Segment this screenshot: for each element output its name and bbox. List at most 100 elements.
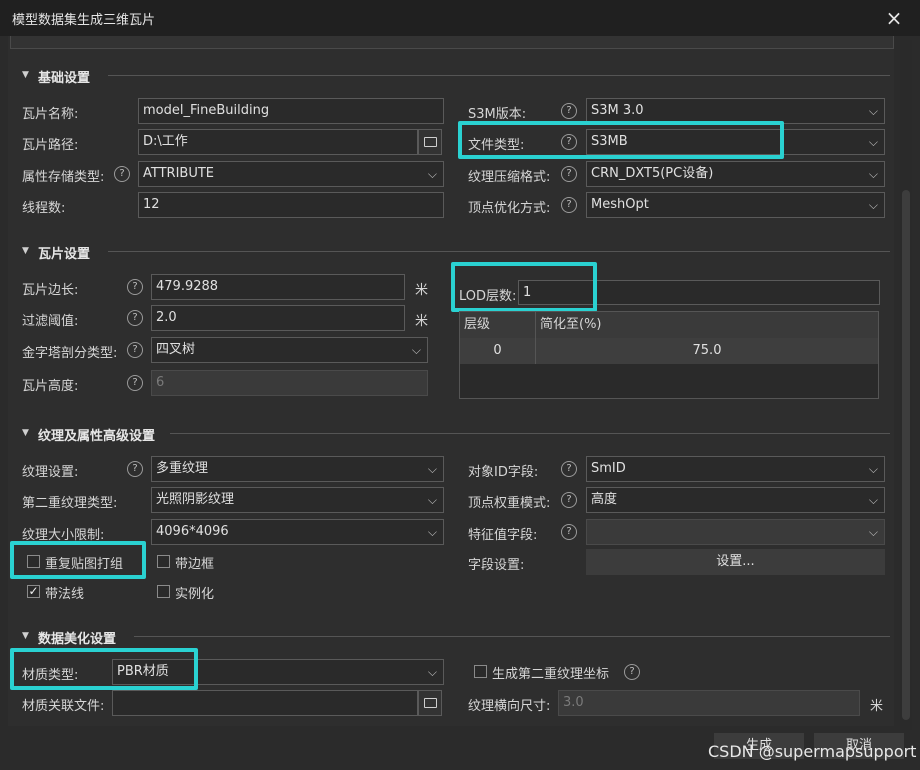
chevron-down-icon: ⌵ xyxy=(427,493,437,507)
filter-threshold-label: 过滤阈值: xyxy=(22,314,79,329)
help-icon[interactable]: ? xyxy=(624,664,640,680)
material-file-input[interactable] xyxy=(112,690,418,716)
browse-material-button[interactable] xyxy=(418,690,442,716)
pyramid-type-select[interactable]: 四叉树 ⌵ xyxy=(151,337,428,363)
browse-folder-button[interactable] xyxy=(418,129,442,155)
second-tex-label: 第二重纹理类型: xyxy=(22,496,118,511)
normal-checkbox[interactable]: ✓ xyxy=(27,585,40,598)
tile-height-input: 6 xyxy=(151,370,428,396)
collapse-beautify-icon[interactable]: ▼ xyxy=(22,631,29,641)
lod-table: 层级 简化至(%) 0 75.0 xyxy=(459,311,879,399)
pyramid-type-label: 金字塔剖分类型: xyxy=(22,346,118,361)
section-beautify-title: 数据美化设置 xyxy=(38,632,117,647)
help-icon[interactable]: ? xyxy=(114,166,130,182)
table-header-level: 层级 xyxy=(460,312,536,338)
filter-threshold-unit: 米 xyxy=(415,314,429,329)
tex-compress-value: CRN_DXT5(PC设备) xyxy=(591,166,714,181)
vertex-opt-select[interactable]: MeshOpt ⌵ xyxy=(586,192,885,218)
help-icon[interactable]: ? xyxy=(127,342,143,358)
attr-storage-select[interactable]: ATTRIBUTE ⌵ xyxy=(138,161,444,187)
section-tile-title: 瓦片设置 xyxy=(38,247,91,262)
help-icon[interactable]: ? xyxy=(561,492,577,508)
chevron-down-icon: ⌵ xyxy=(427,525,437,539)
scrollbar-thumb[interactable] xyxy=(902,190,910,720)
highlight-material-type xyxy=(10,648,198,690)
highlight-repeat-group xyxy=(10,541,146,579)
help-icon[interactable]: ? xyxy=(561,197,577,213)
s3m-version-value: S3M 3.0 xyxy=(591,103,644,118)
tile-name-input[interactable]: model_FineBuilding xyxy=(138,98,444,124)
chevron-down-icon: ⌵ xyxy=(427,167,437,181)
close-icon[interactable]: × xyxy=(880,4,908,32)
tile-name-label: 瓦片名称: xyxy=(22,107,79,122)
chevron-down-icon: ⌵ xyxy=(868,167,878,181)
folder-icon xyxy=(424,698,437,708)
vertex-opt-value: MeshOpt xyxy=(591,197,649,212)
edge-frame-checkbox[interactable] xyxy=(157,555,170,568)
field-setting-button[interactable]: 设置... xyxy=(586,549,885,575)
highlight-file-type xyxy=(458,121,784,159)
watermark: CSDN @supermapsupport xyxy=(708,742,917,761)
divider xyxy=(170,433,890,434)
section-basic-title: 基础设置 xyxy=(38,71,91,86)
help-icon[interactable]: ? xyxy=(127,375,143,391)
help-icon[interactable]: ? xyxy=(127,461,143,477)
chevron-down-icon: ⌵ xyxy=(427,462,437,476)
collapse-texture-icon[interactable]: ▼ xyxy=(22,428,29,438)
vertex-weight-select[interactable]: 高度 ⌵ xyxy=(586,487,885,513)
tile-path-label: 瓦片路径: xyxy=(22,138,79,153)
tex-size-value: 4096*4096 xyxy=(156,524,229,539)
gen-second-uv-checkbox[interactable] xyxy=(474,665,487,678)
attr-storage-value: ATTRIBUTE xyxy=(143,166,214,181)
help-icon[interactable]: ? xyxy=(127,279,143,295)
second-tex-select[interactable]: 光照阴影纹理 ⌵ xyxy=(151,487,444,513)
folder-icon xyxy=(424,137,437,147)
obj-id-label: 对象ID字段: xyxy=(468,465,539,480)
tile-edge-input[interactable]: 479.9288 xyxy=(151,274,405,300)
help-icon[interactable]: ? xyxy=(561,524,577,540)
highlight-lod xyxy=(451,262,597,312)
tex-compress-label: 纹理压缩格式: xyxy=(468,170,551,185)
divider xyxy=(134,636,890,637)
chevron-down-icon: ⌵ xyxy=(868,135,878,149)
s3m-version-label: S3M版本: xyxy=(468,107,527,122)
tex-setting-label: 纹理设置: xyxy=(22,465,79,480)
second-tex-value: 光照阴影纹理 xyxy=(156,492,235,507)
threads-input[interactable]: 12 xyxy=(138,192,444,218)
chevron-down-icon: ⌵ xyxy=(868,493,878,507)
field-setting-label: 字段设置: xyxy=(468,558,525,573)
window-title: 模型数据集生成三维瓦片 xyxy=(12,13,156,28)
attr-storage-label: 属性存储类型: xyxy=(22,170,105,185)
tex-setting-value: 多重纹理 xyxy=(156,461,209,476)
vertex-weight-label: 顶点权重模式: xyxy=(468,496,551,511)
help-icon[interactable]: ? xyxy=(561,166,577,182)
instancing-label: 实例化 xyxy=(175,587,215,602)
normal-label: 带法线 xyxy=(45,587,85,602)
obj-id-select[interactable]: SmID ⌵ xyxy=(586,456,885,482)
top-strip xyxy=(10,36,894,49)
instancing-checkbox[interactable] xyxy=(157,585,170,598)
threads-label: 线程数: xyxy=(22,201,66,216)
table-header-simplify: 简化至(%) xyxy=(536,312,878,338)
pyramid-type-value: 四叉树 xyxy=(156,342,196,357)
tile-edge-unit: 米 xyxy=(415,283,429,298)
tex-setting-select[interactable]: 多重纹理 ⌵ xyxy=(151,456,444,482)
vertex-opt-label: 顶点优化方式: xyxy=(468,201,551,216)
collapse-tile-icon[interactable]: ▼ xyxy=(22,246,29,256)
chevron-down-icon: ⌵ xyxy=(411,343,421,357)
help-icon[interactable]: ? xyxy=(127,310,143,326)
filter-threshold-input[interactable]: 2.0 xyxy=(151,305,405,331)
chevron-down-icon: ⌵ xyxy=(868,198,878,212)
tex-hsize-label: 纹理横向尺寸: xyxy=(468,699,551,714)
table-cell-simplify[interactable]: 75.0 xyxy=(536,338,878,364)
divider xyxy=(108,251,890,252)
obj-id-value: SmID xyxy=(591,461,626,476)
tex-hsize-input: 3.0 xyxy=(558,690,860,716)
tile-path-input[interactable]: D:\工作 xyxy=(138,129,418,155)
collapse-basic-icon[interactable]: ▼ xyxy=(22,70,29,80)
tex-size-select[interactable]: 4096*4096 ⌵ xyxy=(151,519,444,545)
table-cell-level[interactable]: 0 xyxy=(460,338,536,364)
help-icon[interactable]: ? xyxy=(561,461,577,477)
tex-compress-select[interactable]: CRN_DXT5(PC设备) ⌵ xyxy=(586,161,885,187)
help-icon[interactable]: ? xyxy=(561,103,577,119)
